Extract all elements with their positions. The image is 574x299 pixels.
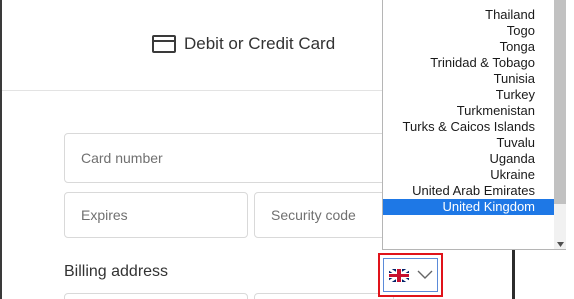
country-option[interactable]: Tunisia	[383, 71, 555, 87]
payment-method-option[interactable]: Debit or Credit Card	[152, 34, 335, 54]
country-option[interactable]: Thailand	[383, 7, 555, 23]
expires-field[interactable]: Expires	[64, 192, 248, 238]
country-option[interactable]: United Arab Emirates	[383, 183, 555, 199]
payment-method-label: Debit or Credit Card	[184, 34, 336, 53]
payment-page: Debit or Credit Card Card number Expires…	[0, 0, 574, 299]
country-option[interactable]: Turkmenistan	[383, 103, 555, 119]
country-options-list: Thailand Togo Tonga Trinidad & Tobago Tunisi…	[383, 7, 555, 215]
address-field-1[interactable]	[64, 293, 248, 299]
billing-address-label: Billing address	[64, 263, 169, 280]
card-number-field[interactable]: Card number	[64, 133, 394, 183]
country-option[interactable]: Trinidad & Tobago	[383, 55, 555, 71]
security-code-placeholder: Security code	[271, 207, 356, 223]
country-option[interactable]: Turkey	[383, 87, 555, 103]
country-select-button[interactable]	[383, 258, 438, 292]
credit-card-icon	[152, 35, 176, 53]
country-option[interactable]: Tuvalu	[383, 135, 555, 151]
country-option[interactable]: Togo	[383, 23, 555, 39]
country-select[interactable]	[378, 253, 443, 297]
country-option[interactable]: Tonga	[383, 39, 555, 55]
scrollbar[interactable]	[554, 0, 566, 249]
expires-placeholder: Expires	[81, 207, 128, 223]
country-option[interactable]: United Kingdom	[383, 199, 555, 215]
security-code-field[interactable]: Security code	[254, 192, 394, 238]
address-field-2[interactable]	[254, 293, 394, 299]
chevron-down-icon	[417, 270, 432, 279]
country-option[interactable]: Ukraine	[383, 167, 555, 183]
uk-flag-icon	[388, 268, 409, 282]
scroll-down-arrow-icon[interactable]	[554, 238, 566, 249]
payment-method-header[interactable]: Debit or Credit Card	[2, 0, 382, 91]
country-option[interactable]: Turks & Caicos Islands	[383, 119, 555, 135]
country-dropdown[interactable]: Thailand Togo Tonga Trinidad & Tobago Tunisi…	[382, 0, 566, 250]
card-number-placeholder: Card number	[81, 150, 163, 166]
scrollbar-thumb[interactable]	[554, 0, 566, 204]
country-option[interactable]: Uganda	[383, 151, 555, 167]
